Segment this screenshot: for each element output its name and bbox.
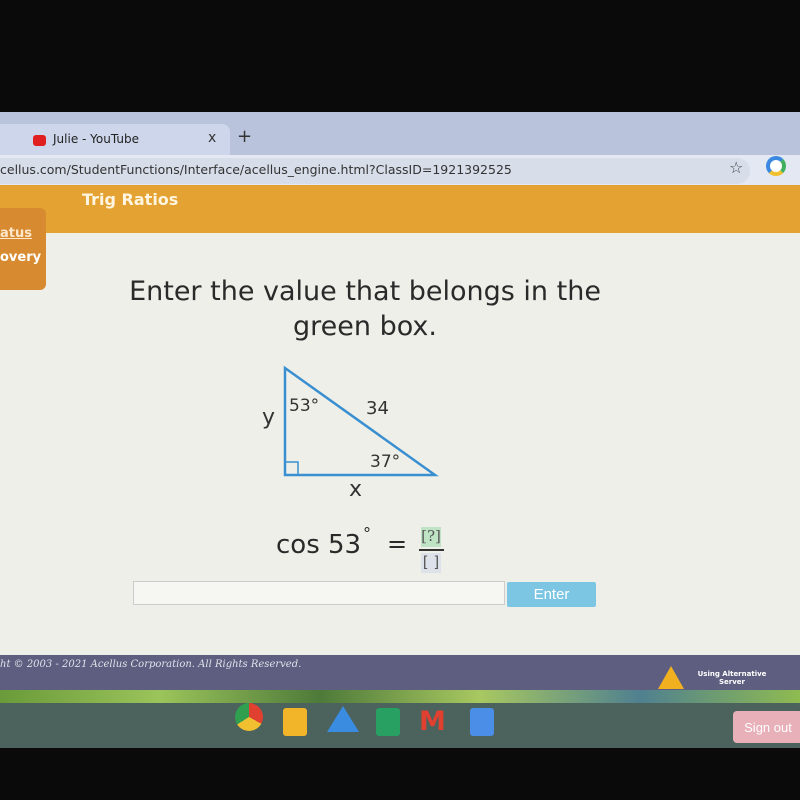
warning-icon <box>658 666 684 689</box>
enter-button[interactable]: Enter <box>507 582 596 607</box>
drive-icon[interactable] <box>327 706 359 732</box>
wallpaper-strip <box>0 690 800 704</box>
docs-icon[interactable] <box>470 708 494 736</box>
triangle <box>283 365 439 477</box>
server-status: Using Alternative Server <box>697 670 767 686</box>
sheets-icon[interactable] <box>376 708 400 736</box>
degree-symbol: ° <box>363 524 371 543</box>
copyright-text: ht © 2003 - 2021 Acellus Corporation. Al… <box>0 659 302 670</box>
numerator-green-box: [?] <box>421 527 441 547</box>
sign-out-button[interactable]: Sign out <box>733 711 800 743</box>
right-angle-mark <box>285 461 299 475</box>
answer-input[interactable] <box>133 581 505 605</box>
side-y-label: y <box>262 405 276 430</box>
equals-sign: = <box>387 530 408 558</box>
side-x-label: x <box>349 477 363 502</box>
angle-right-label: 37° <box>370 452 401 472</box>
slides-icon[interactable] <box>283 708 307 736</box>
shelf <box>0 703 800 748</box>
gmail-icon[interactable]: M <box>419 706 446 737</box>
hypotenuse-label: 34 <box>366 398 389 419</box>
chrome-icon[interactable] <box>235 703 263 731</box>
fraction-bar <box>419 549 444 551</box>
equation-lhs: cos 53 <box>276 530 362 560</box>
denominator-box: [ ] <box>421 553 441 573</box>
angle-top-label: 53° <box>289 396 320 416</box>
